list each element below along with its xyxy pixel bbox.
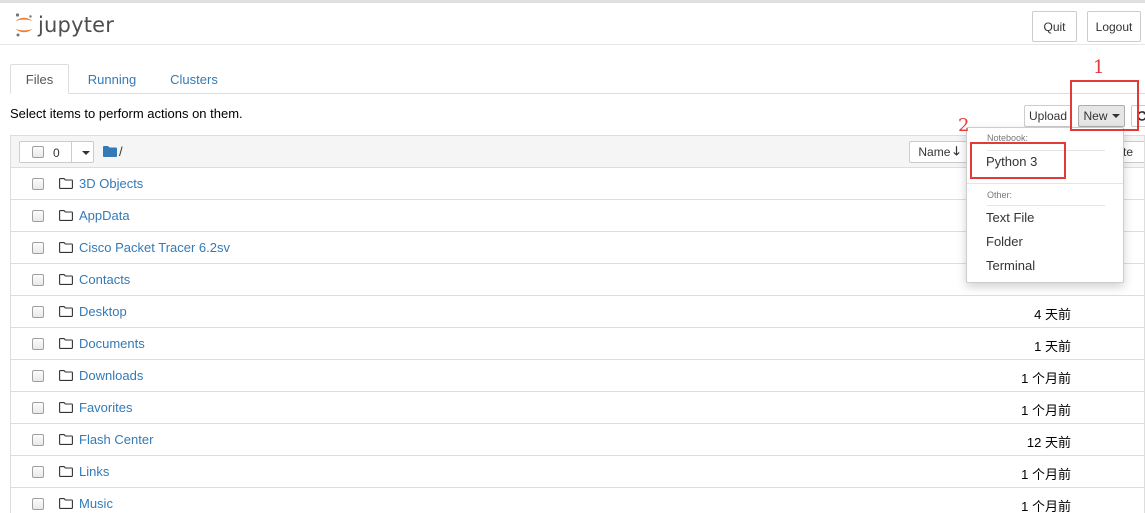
annotation-number-2: 2 xyxy=(958,115,970,136)
last-modified: 1 个月前 xyxy=(1021,371,1071,386)
annotation-box-2 xyxy=(970,142,1066,179)
file-name-link[interactable]: Cisco Packet Tracer 6.2sv xyxy=(79,240,230,255)
table-row[interactable]: Flash Center 12 天前 xyxy=(11,424,1144,456)
jupyter-icon xyxy=(15,13,33,37)
row-checkbox[interactable] xyxy=(32,178,44,190)
table-row[interactable]: Music 1 个月前 xyxy=(11,488,1144,513)
caret-down-icon[interactable] xyxy=(82,151,90,155)
folder-icon xyxy=(59,433,73,448)
row-checkbox[interactable] xyxy=(32,434,44,446)
tab-files[interactable]: Files xyxy=(10,64,69,94)
selected-count: 0 xyxy=(53,146,60,160)
row-checkbox[interactable] xyxy=(32,274,44,286)
menu-separator xyxy=(967,183,1123,184)
file-name-link[interactable]: Documents xyxy=(79,336,145,351)
select-all-dropdown[interactable]: 0 xyxy=(19,141,94,163)
last-modified: 1 个月前 xyxy=(1021,467,1071,482)
home-folder-icon[interactable] xyxy=(103,146,117,157)
tab-running[interactable]: Running xyxy=(80,64,144,94)
table-row[interactable]: Desktop 4 天前 xyxy=(11,296,1144,328)
file-name-link[interactable]: Favorites xyxy=(79,400,132,415)
selector-divider xyxy=(71,142,72,162)
row-checkbox[interactable] xyxy=(32,370,44,382)
last-modified: 1 个月前 xyxy=(1021,403,1071,418)
folder-icon xyxy=(59,177,73,192)
folder-icon xyxy=(59,401,73,416)
row-checkbox[interactable] xyxy=(32,466,44,478)
file-name-link[interactable]: Music xyxy=(79,496,113,511)
row-checkbox[interactable] xyxy=(32,210,44,222)
folder-icon xyxy=(59,369,73,384)
annotation-box-1 xyxy=(1070,80,1139,131)
last-modified: 1 个月前 xyxy=(1021,499,1071,513)
table-row[interactable]: Links 1 个月前 xyxy=(11,456,1144,488)
folder-icon xyxy=(59,305,73,320)
row-checkbox[interactable] xyxy=(32,306,44,318)
table-row[interactable]: Documents 1 天前 xyxy=(11,328,1144,360)
menu-divider xyxy=(987,205,1105,206)
folder-icon xyxy=(59,337,73,352)
quit-button[interactable]: Quit xyxy=(1032,11,1077,42)
last-modified: 4 天前 xyxy=(1034,307,1071,322)
breadcrumb[interactable]: / xyxy=(119,144,123,159)
folder-icon xyxy=(59,465,73,480)
jupyter-logo[interactable]: jupyter xyxy=(14,10,114,40)
table-row[interactable]: Favorites 1 个月前 xyxy=(11,392,1144,424)
folder-icon xyxy=(59,273,73,288)
file-name-link[interactable]: Desktop xyxy=(79,304,127,319)
file-name-link[interactable]: Contacts xyxy=(79,272,130,287)
folder-icon xyxy=(59,241,73,256)
menu-item-folder[interactable]: Folder xyxy=(986,234,1023,249)
file-name-link[interactable]: Downloads xyxy=(79,368,143,383)
upload-button[interactable]: Upload xyxy=(1024,105,1072,127)
row-checkbox[interactable] xyxy=(32,498,44,510)
table-row[interactable]: Downloads 1 个月前 xyxy=(11,360,1144,392)
sort-name-label: Name xyxy=(918,145,951,159)
logout-button[interactable]: Logout xyxy=(1087,11,1141,42)
menu-item-terminal[interactable]: Terminal xyxy=(986,258,1035,273)
sort-by-name-button[interactable]: Name 🡓 xyxy=(909,141,969,163)
logo-wordmark: jupyter xyxy=(38,13,115,37)
menu-item-text-file[interactable]: Text File xyxy=(986,210,1034,225)
header: jupyter Quit Logout xyxy=(0,3,1145,45)
annotation-number-1: 1 xyxy=(1093,57,1105,78)
row-checkbox[interactable] xyxy=(32,338,44,350)
folder-icon xyxy=(59,497,73,512)
other-section-header: Other: xyxy=(987,190,1013,200)
file-name-link[interactable]: Flash Center xyxy=(79,432,153,447)
arrow-down-icon: 🡓 xyxy=(953,143,960,158)
last-modified: 12 天前 xyxy=(1026,435,1071,450)
file-name-link[interactable]: Links xyxy=(79,464,109,479)
folder-icon xyxy=(59,209,73,224)
tab-clusters[interactable]: Clusters xyxy=(162,64,226,94)
select-all-checkbox[interactable] xyxy=(32,146,44,158)
last-modified: 1 天前 xyxy=(1034,339,1071,354)
row-checkbox[interactable] xyxy=(32,242,44,254)
file-name-link[interactable]: 3D Objects xyxy=(79,176,143,191)
file-name-link[interactable]: AppData xyxy=(79,208,130,223)
row-checkbox[interactable] xyxy=(32,402,44,414)
selection-hint: Select items to perform actions on them. xyxy=(10,106,243,121)
